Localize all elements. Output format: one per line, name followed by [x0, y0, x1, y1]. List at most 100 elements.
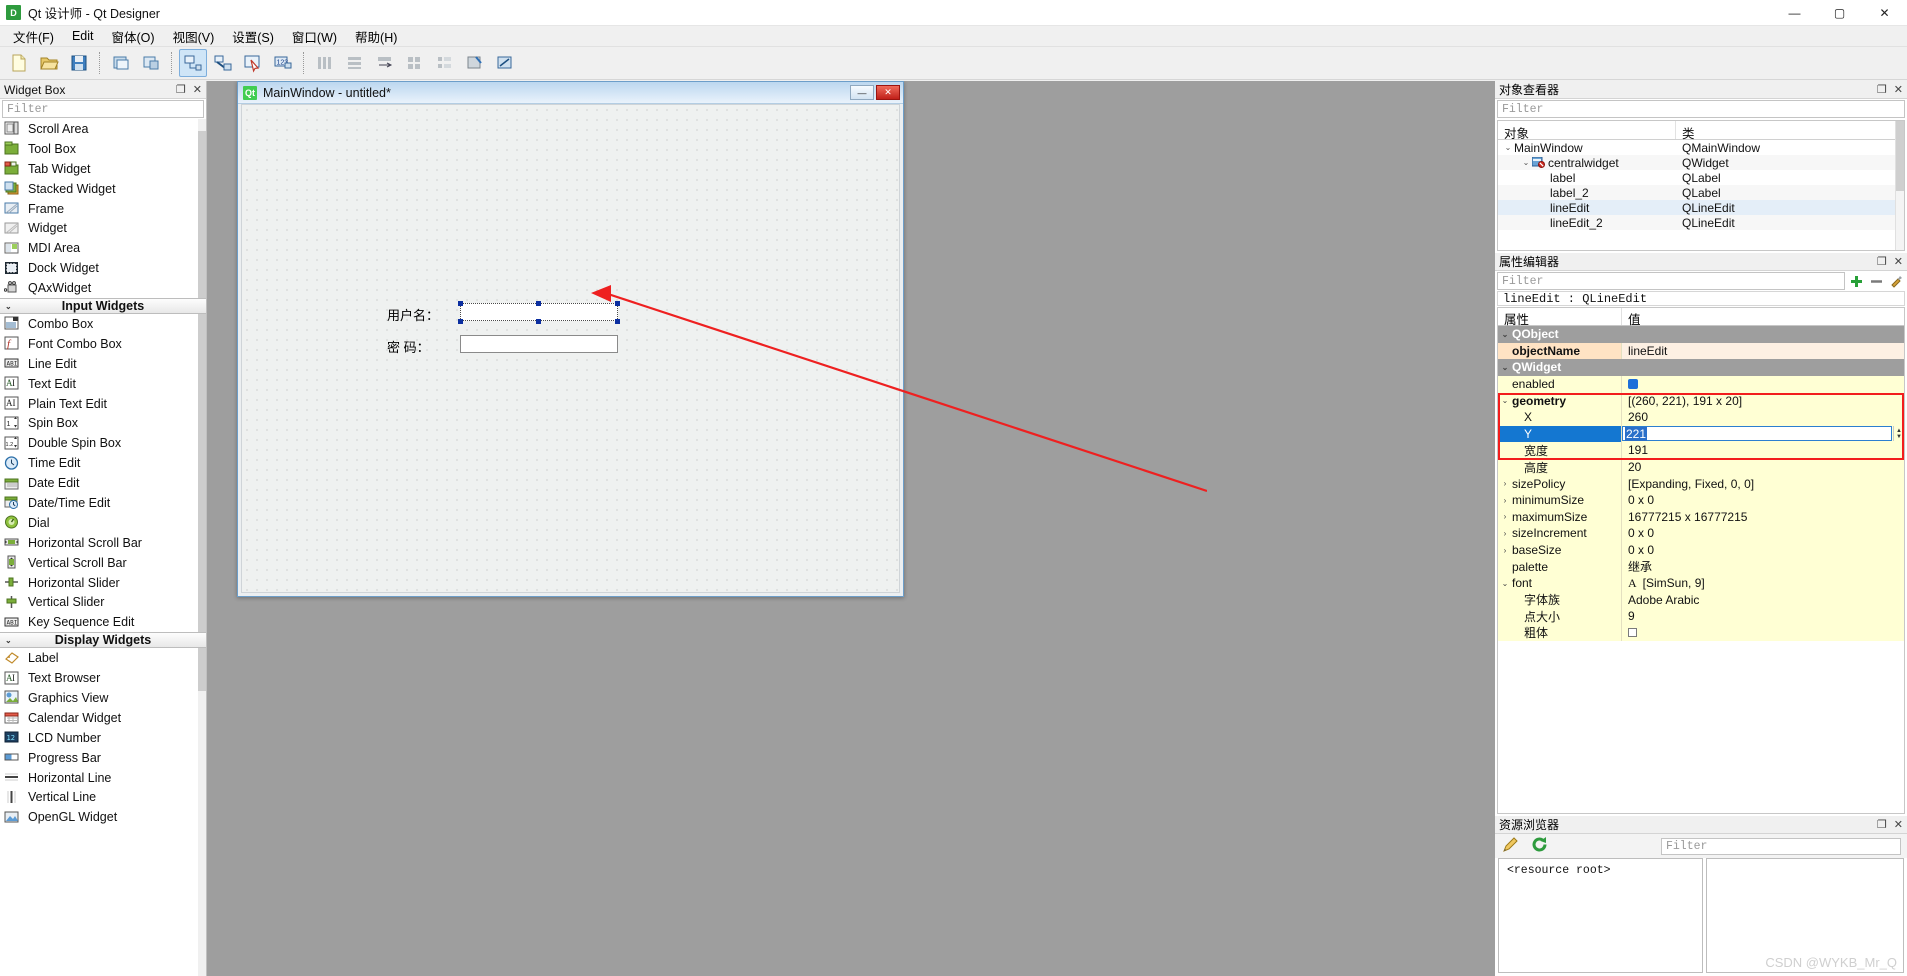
object-inspector-tree[interactable]: 对象 类 ⌄MainWindowQMainWindow⌄centralwidge…: [1497, 120, 1905, 251]
save-form-icon[interactable]: [65, 49, 93, 77]
widget-box-item-graphics-view[interactable]: Graphics View: [0, 688, 206, 708]
property-row-font[interactable]: ⌄fontA[SimSun, 9]: [1498, 575, 1904, 592]
property-row-geometry[interactable]: ⌄geometry[(260, 221), 191 x 20]: [1498, 392, 1904, 409]
widget-box-item-text-edit[interactable]: AIText Edit: [0, 374, 206, 394]
resize-handle-bm[interactable]: [536, 319, 541, 324]
property-row-palette[interactable]: palette继承: [1498, 558, 1904, 575]
resource-root-label[interactable]: <resource root>: [1507, 864, 1702, 877]
menu-file[interactable]: 文件(F): [4, 25, 63, 48]
form-minimize-button[interactable]: —: [850, 85, 874, 100]
widget-box-item-widget[interactable]: Widget: [0, 218, 206, 238]
widget-box-item-combo-box[interactable]: Combo Box: [0, 314, 206, 334]
edit-signals-slots-icon[interactable]: [137, 49, 165, 77]
widget-category-header[interactable]: ⌄Display Widgets: [0, 632, 206, 648]
widget-box-item-time-edit[interactable]: Time Edit: [0, 453, 206, 473]
object-inspector-row[interactable]: labelQLabel: [1498, 170, 1904, 185]
widget-box-scrollbar[interactable]: [198, 119, 206, 976]
widget-box-item-calendar-widget[interactable]: Calendar Widget: [0, 708, 206, 728]
widget-box-item-plain-text-edit[interactable]: AIPlain Text Edit: [0, 394, 206, 414]
layout-vertical-icon[interactable]: [311, 49, 339, 77]
property-value-input[interactable]: 221: [1622, 426, 1892, 441]
maximize-button[interactable]: ▢: [1817, 0, 1862, 26]
property-row-qwidget[interactable]: ⌄QWidget: [1498, 359, 1904, 376]
expand-twisty-icon[interactable]: ⌄: [1502, 143, 1514, 152]
menu-help[interactable]: 帮助(H): [346, 25, 406, 48]
widget-box-item-horizontal-line[interactable]: Horizontal Line: [0, 768, 206, 788]
widget-box-item-horizontal-scroll-bar[interactable]: Horizontal Scroll Bar: [0, 533, 206, 553]
widget-box-item-date-time-edit[interactable]: Date/Time Edit: [0, 493, 206, 513]
add-property-icon[interactable]: [1848, 273, 1865, 290]
widget-box-item-vertical-scroll-bar[interactable]: Vertical Scroll Bar: [0, 553, 206, 573]
username-label[interactable]: 用户名：: [387, 305, 439, 324]
edit-tab-order-icon[interactable]: [209, 49, 237, 77]
break-layout-icon[interactable]: [461, 49, 489, 77]
resize-handle-tm[interactable]: [536, 301, 541, 306]
widget-box-item-font-combo-box[interactable]: fFont Combo Box: [0, 334, 206, 354]
cursor-tool-icon[interactable]: [239, 49, 267, 77]
widget-box-item-label[interactable]: Label: [0, 648, 206, 668]
chevron-right-icon[interactable]: ›: [1498, 479, 1512, 488]
widget-box-item-double-spin-box[interactable]: 1.2Double Spin Box: [0, 433, 206, 453]
adjust-size-icon[interactable]: [491, 49, 519, 77]
menu-settings[interactable]: 设置(S): [223, 25, 283, 48]
undock-icon[interactable]: ❐: [1877, 818, 1887, 831]
widget-box-item-horizontal-slider[interactable]: Horizontal Slider: [0, 573, 206, 593]
minimize-button[interactable]: —: [1772, 0, 1817, 26]
property-editor-table[interactable]: 属性 值 ⌄QObjectobjectNamelineEdit⌄QWidgete…: [1497, 307, 1905, 814]
resize-handle-br[interactable]: [615, 319, 620, 324]
layout-form-icon[interactable]: [431, 49, 459, 77]
widget-box-item-date-edit[interactable]: Date Edit: [0, 473, 206, 493]
property-filter-input[interactable]: Filter: [1497, 272, 1845, 290]
edit-widgets-icon[interactable]: [107, 49, 135, 77]
number-tool-icon[interactable]: 123: [269, 49, 297, 77]
chevron-right-icon[interactable]: ›: [1498, 496, 1512, 505]
object-inspector-row[interactable]: lineEditQLineEdit: [1498, 200, 1904, 215]
widget-box-item-text-browser[interactable]: AIText Browser: [0, 668, 206, 688]
menu-view[interactable]: 视图(V): [164, 25, 224, 48]
main-window-form[interactable]: Qt MainWindow - untitled* — ✕ 用户名：: [237, 81, 904, 597]
property-row-点大小[interactable]: 点大小9: [1498, 608, 1904, 625]
widget-box-item-scroll-area[interactable]: Scroll Area: [0, 119, 206, 139]
undock-icon[interactable]: ❐: [176, 83, 186, 96]
widget-box-item-dock-widget[interactable]: Dock Widget: [0, 258, 206, 278]
resize-handle-bl[interactable]: [458, 319, 463, 324]
resize-handle-tl[interactable]: [458, 301, 463, 306]
property-row-enabled[interactable]: enabled: [1498, 376, 1904, 393]
menu-window[interactable]: 窗口(W): [283, 25, 346, 48]
chevron-down-icon[interactable]: ⌄: [1498, 330, 1512, 339]
close-icon[interactable]: ✕: [1894, 83, 1903, 96]
property-row-字体族[interactable]: 字体族Adobe Arabic: [1498, 592, 1904, 609]
chevron-right-icon[interactable]: ›: [1498, 546, 1512, 555]
widget-box-item-mdi-area[interactable]: MDI Area: [0, 238, 206, 258]
property-row-sizeincrement[interactable]: ›sizeIncrement0 x 0: [1498, 525, 1904, 542]
widget-box-list[interactable]: Scroll AreaTool BoxTab WidgetStacked Wid…: [0, 119, 206, 976]
property-row-maximumsize[interactable]: ›maximumSize16777215 x 16777215: [1498, 509, 1904, 526]
property-row-basesize[interactable]: ›baseSize0 x 0: [1498, 542, 1904, 559]
new-form-icon[interactable]: [5, 49, 33, 77]
form-canvas[interactable]: Qt MainWindow - untitled* — ✕ 用户名：: [207, 81, 1495, 976]
configure-icon[interactable]: [1888, 273, 1905, 290]
widget-box-item-vertical-line[interactable]: Vertical Line: [0, 788, 206, 808]
layout-horizontal-icon[interactable]: [341, 49, 369, 77]
widget-box-item-vertical-slider[interactable]: Vertical Slider: [0, 592, 206, 612]
edit-buddies-icon[interactable]: [179, 49, 207, 77]
property-checkbox[interactable]: [1628, 628, 1637, 637]
widget-box-item-spin-box[interactable]: 1Spin Box: [0, 413, 206, 433]
property-row-粗体[interactable]: 粗体: [1498, 625, 1904, 642]
form-close-button[interactable]: ✕: [876, 85, 900, 100]
property-row-qobject[interactable]: ⌄QObject: [1498, 326, 1904, 343]
object-inspector-row[interactable]: lineEdit_2QLineEdit: [1498, 215, 1904, 230]
property-row-x[interactable]: X260: [1498, 409, 1904, 426]
menu-form[interactable]: 窗体(O): [103, 25, 164, 48]
property-row-y[interactable]: Y221▲▼: [1498, 426, 1904, 443]
widget-box-item-opengl-widget[interactable]: OpenGL Widget: [0, 807, 206, 827]
widget-box-item-lcd-number[interactable]: 12LCD Number: [0, 728, 206, 748]
chevron-down-icon[interactable]: ⌄: [1498, 363, 1512, 372]
undock-icon[interactable]: ❐: [1877, 83, 1887, 96]
object-inspector-row[interactable]: label_2QLabel: [1498, 185, 1904, 200]
widget-box-item-tool-box[interactable]: Tool Box: [0, 139, 206, 159]
widget-box-item-qaxwidget[interactable]: QAxWidget: [0, 278, 206, 298]
reload-icon[interactable]: [1530, 835, 1549, 857]
property-row-objectname[interactable]: objectNamelineEdit: [1498, 343, 1904, 360]
widget-box-item-progress-bar[interactable]: Progress Bar: [0, 748, 206, 768]
